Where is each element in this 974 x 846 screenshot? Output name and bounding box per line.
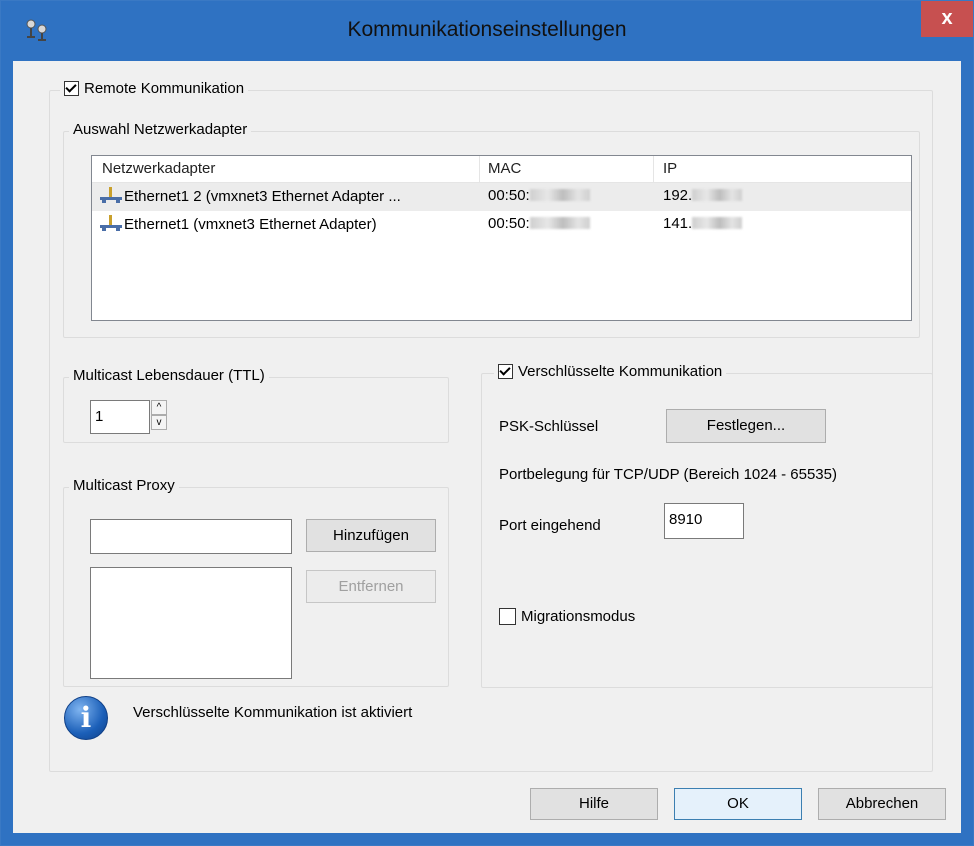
adapter-name: Ethernet1 2 (vmxnet3 Ethernet Adapter ..… [124,188,401,205]
set-psk-button[interactable]: Festlegen... [666,409,826,443]
adapter-mac: 00:50: [488,215,530,232]
proxy-address-input[interactable] [90,519,292,554]
ttl-group-title: Multicast Lebensdauer (TTL) [69,367,269,384]
column-header-ip[interactable]: IP [663,160,677,177]
migration-mode-checkbox[interactable]: Migrationsmodus [499,608,635,625]
network-adapter-icon [100,215,122,231]
adapter-row[interactable]: Ethernet1 (vmxnet3 Ethernet Adapter) 00:… [92,211,911,239]
column-header-mac[interactable]: MAC [488,160,521,177]
adapter-list-header: Netzwerkadapter MAC IP [92,156,911,183]
remove-proxy-button[interactable]: Entfernen [306,570,436,603]
dialog-client-area: Remote Kommunikation Auswahl Netzwerkada… [13,61,961,833]
encrypted-communication-check[interactable] [498,364,513,379]
multicast-proxy-group: Multicast Proxy Hinzufügen Entfernen [63,477,449,687]
adapter-name: Ethernet1 (vmxnet3 Ethernet Adapter) [124,216,377,233]
redacted-mac [529,217,590,229]
redacted-ip [692,217,743,229]
adapter-group-title: Auswahl Netzwerkadapter [69,121,252,138]
cancel-button[interactable]: Abbrechen [818,788,946,820]
status-message: Verschlüsselte Kommunikation ist aktivie… [133,704,413,721]
adapter-ip: 192. [663,187,693,204]
remote-communication-check[interactable] [64,81,79,96]
encryption-group: Verschlüsselte Kommunikation PSK-Schlüss… [481,363,933,688]
redacted-ip [692,189,743,201]
migration-mode-label: Migrationsmodus [521,608,636,625]
port-range-info: Portbelegung für TCP/UDP (Bereich 1024 -… [499,466,837,483]
ok-button[interactable]: OK [674,788,802,820]
title-bar[interactable]: Kommunikationseinstellungen x [1,1,973,61]
remote-communication-group: Remote Kommunikation Auswahl Netzwerkada… [49,80,933,772]
redacted-mac [529,189,590,201]
ttl-decrement-button[interactable]: v [151,415,167,430]
adapter-group: Auswahl Netzwerkadapter Netzwerkadapter … [63,121,920,338]
network-adapter-icon [100,187,122,203]
incoming-port-label: Port eingehend [499,517,601,534]
adapter-row[interactable]: Ethernet1 2 (vmxnet3 Ethernet Adapter ..… [92,183,911,211]
encrypted-communication-checkbox[interactable]: Verschlüsselte Kommunikation [494,363,727,380]
add-proxy-button[interactable]: Hinzufügen [306,519,436,552]
psk-key-label: PSK-Schlüssel [499,418,599,435]
help-button[interactable]: Hilfe [530,788,658,820]
adapter-list[interactable]: Netzwerkadapter MAC IP Ethernet1 2 (vmxn… [91,155,912,321]
adapter-ip: 141. [663,215,693,232]
encrypted-communication-label: Verschlüsselte Kommunikation [518,363,723,380]
window-title: Kommunikationseinstellungen [347,18,627,41]
remote-communication-label: Remote Kommunikation [84,80,245,97]
multicast-proxy-title: Multicast Proxy [69,477,179,494]
close-button[interactable]: x [921,1,973,37]
ttl-input[interactable]: 1 [90,400,150,434]
remote-communication-checkbox[interactable]: Remote Kommunikation [60,80,249,97]
info-icon: i [64,696,108,740]
migration-mode-check[interactable] [499,608,516,625]
ttl-increment-button[interactable]: ^ [151,400,167,415]
adapter-mac: 00:50: [488,187,530,204]
ttl-group: Multicast Lebensdauer (TTL) 1 ^ v [63,367,449,443]
column-header-adapter[interactable]: Netzwerkadapter [102,160,215,177]
dialog-window: Kommunikationseinstellungen x Remote Kom… [0,0,974,846]
incoming-port-input[interactable]: 8910 [664,503,744,539]
proxy-list[interactable] [90,567,292,679]
